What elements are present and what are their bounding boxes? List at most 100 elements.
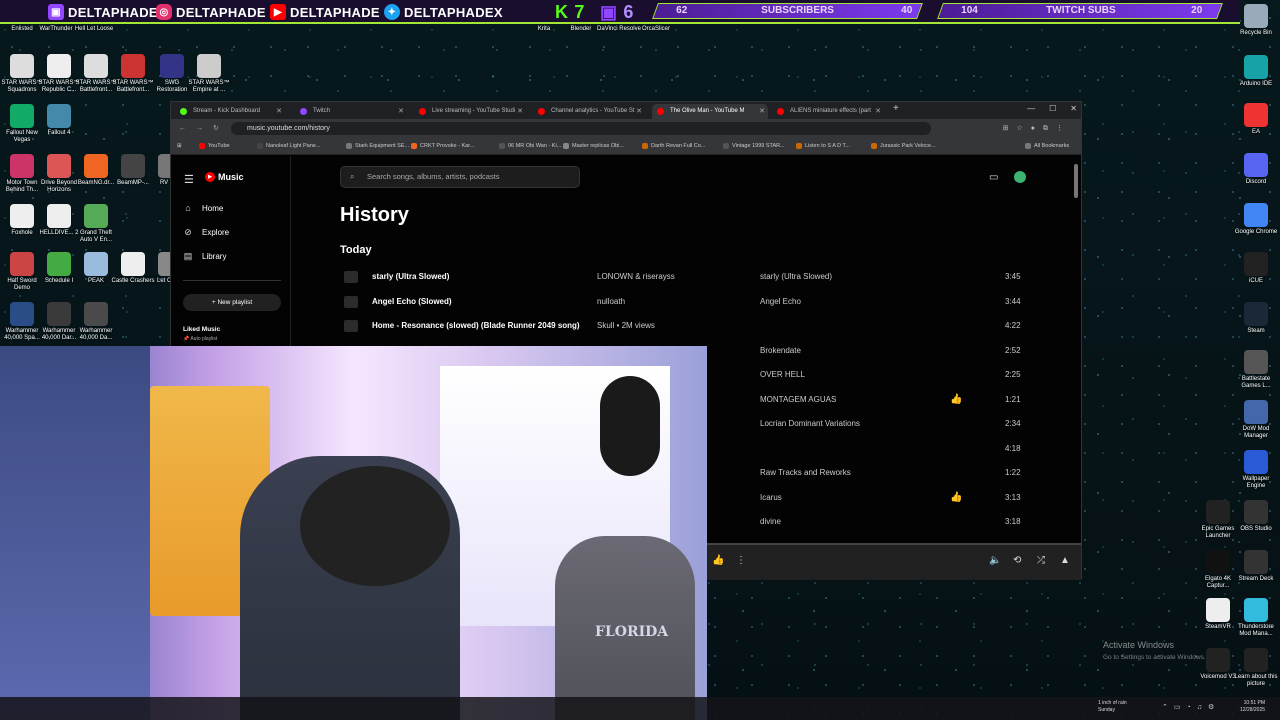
- desktop-icon[interactable]: Battlestate Games L...: [1234, 350, 1278, 390]
- table-row[interactable]: starly (Ultra Slowed) LONOWN & riserayss s…: [340, 265, 1030, 290]
- desktop-icon[interactable]: Learn about this picture: [1234, 648, 1278, 688]
- desktop-icon-label: Warhammer 40,000 Dar...: [41, 328, 77, 341]
- desktop-icon-recycle-bin[interactable]: Recycle Bin: [1234, 4, 1278, 37]
- twitch-favicon: [300, 108, 307, 115]
- tab-yt-analytics[interactable]: Channel analytics - YouTube St ✕: [533, 104, 645, 119]
- desktop-icon[interactable]: Grand Theft Auto V En...: [74, 204, 118, 244]
- nav-library[interactable]: ▤ Library: [183, 251, 227, 261]
- weather-widget[interactable]: 1 inch of rain Sunday: [1098, 700, 1127, 714]
- desktop-icon[interactable]: DoW Mod Manager: [1234, 400, 1278, 440]
- more-icon[interactable]: ⋮: [736, 555, 746, 566]
- table-row[interactable]: Home - Resonance (slowed) (Blade Runner …: [340, 314, 1030, 339]
- tab-bar: Stream - Kick Dashboard ✕ Twitch ✕ Live st…: [171, 102, 1081, 119]
- track-album: Angel Echo: [760, 296, 801, 306]
- nav-buttons[interactable]: ←→↻: [179, 119, 229, 138]
- clock[interactable]: 10:51 PM 12/28/2025: [1240, 700, 1265, 714]
- desktop-icon[interactable]: Stream Deck: [1234, 550, 1278, 583]
- bookmark-item[interactable]: Darth Revan Full Co...: [642, 138, 705, 154]
- close-icon[interactable]: ✕: [276, 104, 282, 119]
- bookmark-item[interactable]: 06 MR Obi Wan - Ki...: [499, 138, 561, 154]
- repeat-icon[interactable]: ⟲: [1013, 555, 1021, 566]
- desktop-icon-label: SWG Restoration: [156, 80, 188, 93]
- new-playlist-button[interactable]: + New playlist: [183, 294, 281, 311]
- bookmark-item[interactable]: Stark Equipment SE...: [346, 138, 409, 154]
- track-dur: 4:22: [1005, 321, 1021, 330]
- expand-icon[interactable]: ▲: [1060, 555, 1070, 566]
- track-artist: LONOWN & riserayss: [597, 272, 675, 281]
- app-icon: [1206, 500, 1230, 524]
- url-field[interactable]: music.youtube.com/history: [231, 122, 931, 135]
- close-icon[interactable]: ✕: [636, 104, 642, 119]
- desktop-icon[interactable]: EA: [1234, 103, 1278, 136]
- close-window-icon[interactable]: ✕: [1070, 104, 1077, 113]
- scrollbar[interactable]: [1074, 164, 1078, 198]
- desktop-icon[interactable]: Arduino IDE: [1234, 55, 1278, 88]
- bookmark-item[interactable]: All Bookmarks: [1025, 138, 1069, 154]
- search-input[interactable]: ⌕ Search songs, albums, artists, podcasts: [340, 166, 580, 188]
- app-icon: [47, 104, 71, 128]
- tab-yt-music[interactable]: The Olive Man - YouTube M ✕: [652, 104, 768, 119]
- bookmark-item[interactable]: Vintage 1999 STAR...: [723, 138, 785, 154]
- volume-icon[interactable]: 🔈: [989, 555, 1001, 566]
- close-icon[interactable]: ✕: [398, 104, 404, 119]
- close-icon[interactable]: ✕: [759, 104, 765, 119]
- desktop-icon[interactable]: Steam: [1234, 302, 1278, 335]
- desktop-icon[interactable]: Fallout 4: [37, 104, 81, 137]
- desktop-icon-label: Grand Theft Auto V En...: [79, 230, 113, 243]
- desktop-icon[interactable]: Discord: [1234, 153, 1278, 186]
- liked-music[interactable]: Liked Music: [183, 326, 220, 333]
- new-tab-button[interactable]: +: [893, 103, 899, 114]
- bookmark-icon: [871, 142, 877, 149]
- like-icon[interactable]: 👍: [950, 388, 962, 413]
- webcam-microphone: [600, 376, 660, 476]
- extension-icons[interactable]: ⊞☆●⧉⋮: [1003, 119, 1071, 138]
- webcam-overlay: FLORIDA: [0, 346, 707, 720]
- bookmark-item[interactable]: YouTube: [199, 138, 230, 154]
- desktop-icon[interactable]: iCUE: [1234, 252, 1278, 285]
- sidebar-divider: [183, 280, 281, 281]
- bookmark-item[interactable]: Jurassic Park Veloce...: [871, 138, 936, 154]
- nav-explore[interactable]: ⊘ Explore: [183, 227, 229, 237]
- bookmark-item[interactable]: CRKT Provoke - Kar...: [411, 138, 474, 154]
- desktop-icon[interactable]: STAR WARS™ Empire at ...: [187, 54, 231, 94]
- desktop-icon-hell-let-loose[interactable]: Hell Let Loose: [72, 26, 116, 33]
- close-icon[interactable]: ✕: [517, 104, 523, 119]
- tab-kick[interactable]: Stream - Kick Dashboard ✕: [175, 104, 285, 119]
- desktop-icon[interactable]: Thunderstore Mod Mana...: [1234, 598, 1278, 638]
- desktop-icon[interactable]: STAR WARS™ Battlefront...: [111, 54, 155, 94]
- time: 10:51 PM: [1243, 700, 1266, 706]
- desktop-icon-orcaslicer[interactable]: OrcaSlicer: [634, 26, 678, 33]
- bookmark-label: Jurassic Park Veloce...: [880, 143, 936, 149]
- desktop-icon[interactable]: Warhammer 40,000 Da...: [74, 302, 118, 342]
- tab-aliens[interactable]: ALIENS miniature effects (part ✕: [772, 104, 884, 119]
- tab-twitch[interactable]: Twitch ✕: [295, 104, 407, 119]
- menu-icon[interactable]: ☰: [184, 173, 194, 186]
- avatar[interactable]: [1014, 171, 1026, 183]
- bookmark-item[interactable]: Master replicas Obi...: [563, 138, 624, 154]
- desktop-icon[interactable]: Wallpaper Engine: [1234, 450, 1278, 490]
- track-dur: 3:13: [1005, 492, 1021, 502]
- close-icon[interactable]: ✕: [875, 104, 881, 119]
- bookmark-icon: [642, 142, 648, 149]
- minimize-icon[interactable]: —: [1027, 104, 1035, 113]
- bookmark-item[interactable]: Listen to S A D T...: [796, 138, 850, 154]
- desktop-icon[interactable]: OBS Studio: [1234, 500, 1278, 533]
- app-icon: [10, 302, 34, 326]
- like-icon[interactable]: 👍: [712, 555, 724, 566]
- app-icon: [121, 54, 145, 78]
- table-row[interactable]: Angel Echo (Slowed) nulloath Angel Echo 3:4…: [340, 290, 1030, 315]
- tab-yt-live[interactable]: Live streaming - YouTube Studi ✕: [414, 104, 526, 119]
- desktop-icon-label: OrcaSlicer: [641, 26, 670, 32]
- shuffle-icon[interactable]: ⤮: [1037, 555, 1045, 566]
- nav-home[interactable]: ⌂ Home: [183, 203, 223, 213]
- ytm-logo[interactable]: ▶ Music: [205, 172, 244, 182]
- bookmark-item[interactable]: Nanoleaf Light Pane...: [257, 138, 320, 154]
- nav-label: Explore: [202, 227, 230, 237]
- maximize-icon[interactable]: ☐: [1049, 104, 1056, 113]
- kick-favicon: [180, 108, 187, 115]
- desktop-icon[interactable]: Google Chrome: [1234, 203, 1278, 236]
- cast-icon[interactable]: ▭: [989, 172, 998, 183]
- system-tray[interactable]: ⌃▭◔♫⚙: [1162, 703, 1220, 711]
- apps-icon[interactable]: ⊞: [177, 138, 182, 154]
- like-icon[interactable]: 👍: [950, 486, 962, 511]
